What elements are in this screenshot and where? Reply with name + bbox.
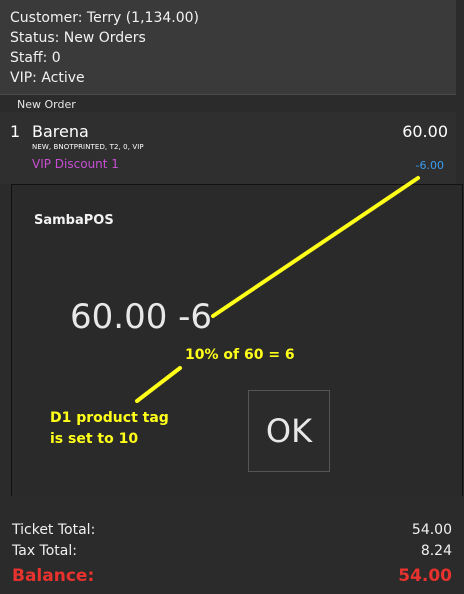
- staff-line: Staff: 0: [10, 50, 61, 66]
- annotation-tag-note-1: D1 product tag: [50, 410, 169, 426]
- ticket-totals-panel: Ticket Total: 54.00 Tax Total: 8.24 Bala…: [0, 496, 464, 594]
- ticket-total-value: 54.00: [411, 522, 452, 538]
- annotation-tag-note-2: is set to 10: [50, 431, 139, 447]
- customer-name: Customer: Terry (1,134.00): [10, 10, 199, 26]
- ok-button[interactable]: OK: [248, 390, 330, 472]
- dialog-message: 60.00 -6: [70, 297, 213, 337]
- status-line: Status: New Orders: [10, 30, 146, 46]
- order-tags: NEW, BNOTPRINTED, T2, 0, VIP: [32, 143, 144, 151]
- balance-label: Balance:: [12, 566, 95, 586]
- annotation-calc-note: 10% of 60 = 6: [185, 347, 295, 363]
- tax-total-value: 8.24: [420, 543, 452, 559]
- dialog-title: SambaPOS: [34, 213, 114, 228]
- order-line[interactable]: 1 Barena 60.00 NEW, BNOTPRINTED, T2, 0, …: [0, 112, 456, 184]
- order-product-name: Barena: [32, 122, 89, 141]
- discount-value: -6.00: [415, 159, 444, 172]
- order-price: 60.00: [402, 122, 448, 141]
- order-quantity: 1: [10, 122, 21, 141]
- order-section-header: New Order: [17, 98, 76, 111]
- ticket-total-label: Ticket Total:: [12, 522, 96, 538]
- vip-line: VIP: Active: [10, 70, 85, 86]
- discount-name: VIP Discount 1: [32, 157, 119, 171]
- message-dialog: SambaPOS 60.00 -6 OK: [11, 184, 463, 496]
- balance-value: 54.00: [398, 566, 452, 586]
- customer-info-panel[interactable]: Customer: Terry (1,134.00) Status: New O…: [0, 0, 456, 95]
- tax-total-label: Tax Total:: [12, 543, 77, 559]
